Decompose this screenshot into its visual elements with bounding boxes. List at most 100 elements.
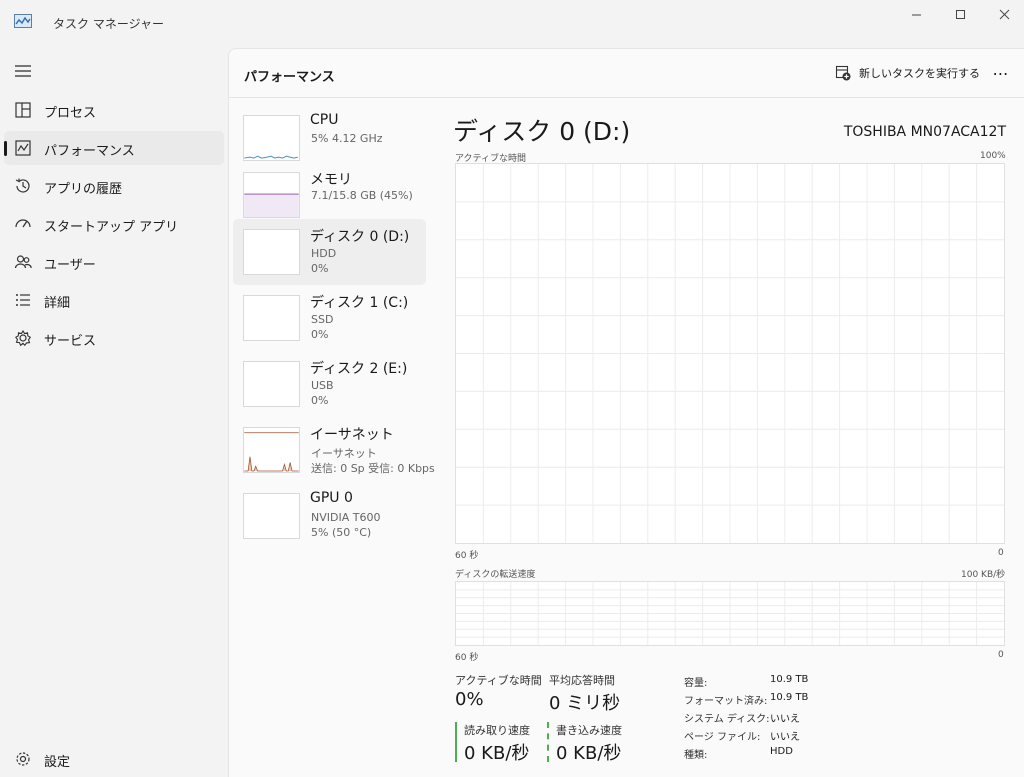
active-time-graph-x-left: 60 秒	[455, 551, 479, 561]
nav-item-processes[interactable]: プロセス	[4, 93, 224, 127]
write-speed-indicator	[547, 722, 549, 762]
ethernet-thumbnail-graph	[243, 427, 300, 473]
header-divider	[229, 97, 1024, 98]
disk-1-thumbnail-graph	[243, 295, 300, 341]
nav-label-startup-apps: スタートアップ アプリ	[44, 220, 179, 235]
maximize-icon	[955, 9, 965, 19]
disk-model: TOSHIBA MN07ACA12T	[843, 124, 1006, 140]
device-name: CPU	[310, 112, 339, 128]
nav-label-settings: 設定	[44, 755, 71, 770]
device-name: ディスク 0 (D:)	[310, 229, 410, 245]
page-file-label: ページ ファイル:	[684, 732, 761, 743]
window-title: タスク マネージャー	[53, 17, 164, 31]
nav-item-settings[interactable]: 設定	[4, 742, 224, 776]
more-options-button[interactable]: ⋯	[987, 61, 1015, 85]
minimize-button[interactable]	[893, 0, 939, 28]
device-item-gpu-0[interactable]: GPU 0 NVIDIA T600 5% (50 °C)	[233, 483, 426, 549]
task-manager-icon	[14, 14, 32, 28]
close-icon	[999, 9, 1009, 19]
performance-icon	[15, 140, 31, 156]
device-subtext: USB	[311, 379, 334, 392]
transfer-rate-graph-max: 100 KB/秒	[961, 570, 1006, 580]
run-new-task-button[interactable]: 新しいタスクを実行する	[835, 61, 980, 85]
write-speed-value: 0 KB/秒	[556, 743, 622, 764]
device-name: ディスク 2 (E:)	[310, 361, 408, 377]
gpu-0-thumbnail-graph	[243, 493, 300, 539]
nav-label-users: ユーザー	[44, 258, 96, 273]
device-item-disk-2[interactable]: ディスク 2 (E:) USB 0%	[233, 351, 426, 417]
device-subtext: SSD	[311, 313, 334, 326]
capacity-value: 10.9 TB	[770, 674, 809, 685]
device-usage: 0%	[311, 262, 329, 275]
disk-2-thumbnail-graph	[243, 361, 300, 407]
run-new-task-icon	[835, 65, 851, 81]
page-title: パフォーマンス	[244, 70, 335, 85]
hamburger-menu-icon[interactable]	[14, 64, 32, 78]
processes-icon	[15, 102, 31, 118]
settings-gear-icon	[16, 752, 30, 766]
active-time-label: アクティブな時間	[455, 674, 542, 687]
title-bar: タスク マネージャー	[0, 0, 1024, 46]
transfer-rate-graph-label: ディスクの転送速度	[455, 570, 536, 580]
formatted-value: 10.9 TB	[770, 692, 809, 703]
navigation-pane: プロセス パフォーマンス アプリの履歴 スタートアップ アプリ ユーザー 詳細 …	[0, 46, 228, 777]
read-speed-indicator	[455, 722, 457, 762]
device-subtext: NVIDIA T600	[311, 511, 381, 524]
nav-label-processes: プロセス	[44, 106, 97, 121]
device-usage: 0%	[311, 328, 329, 341]
device-name: メモリ	[310, 172, 352, 188]
details-icon	[16, 294, 30, 306]
nav-item-app-history[interactable]: アプリの履歴	[4, 169, 224, 203]
transfer-rate-graph	[455, 581, 1005, 646]
active-time-graph-max: 100%	[980, 151, 1006, 161]
nav-label-performance: パフォーマンス	[44, 144, 135, 159]
system-disk-label: システム ディスク:	[684, 714, 770, 725]
main-panel: パフォーマンス 新しいタスクを実行する ⋯ CPU 5% 4.12 GHz メモ…	[228, 48, 1024, 777]
device-subtext: HDD	[311, 247, 337, 260]
device-item-disk-1[interactable]: ディスク 1 (C:) SSD 0%	[233, 285, 426, 351]
write-speed-label: 書き込み速度	[556, 724, 622, 737]
memory-thumbnail-graph	[243, 172, 300, 218]
more-options-icon: ⋯	[992, 63, 1010, 83]
services-icon	[14, 329, 32, 347]
app-history-icon	[15, 178, 30, 193]
run-new-task-label: 新しいタスクを実行する	[859, 67, 980, 80]
device-item-disk-0[interactable]: ディスク 0 (D:) HDD 0%	[233, 219, 426, 285]
nav-label-app-history: アプリの履歴	[44, 182, 123, 197]
device-subtext: 5% 4.12 GHz	[311, 132, 383, 145]
maximize-button[interactable]	[937, 0, 983, 28]
device-name: ディスク 1 (C:)	[310, 295, 409, 311]
active-time-value: 0%	[455, 689, 484, 710]
transfer-rate-graph-x-left: 60 秒	[455, 653, 479, 663]
type-label: 種類:	[684, 750, 708, 761]
device-usage: 送信: 0 Sp 受信: 0 Kbps	[311, 462, 435, 475]
nav-item-users[interactable]: ユーザー	[4, 245, 224, 279]
read-speed-label: 読み取り速度	[464, 724, 530, 737]
close-button[interactable]	[981, 0, 1024, 28]
nav-item-details[interactable]: 詳細	[4, 283, 224, 317]
active-time-graph	[455, 163, 1005, 544]
device-name: GPU 0	[310, 490, 353, 506]
device-item-ethernet[interactable]: イーサネット イーサネット 送信: 0 Sp 受信: 0 Kbps	[233, 417, 435, 483]
startup-apps-icon	[15, 219, 31, 228]
cpu-thumbnail-graph	[243, 115, 300, 161]
nav-item-performance[interactable]: パフォーマンス	[4, 131, 224, 165]
page-file-value: いいえ	[770, 732, 800, 743]
device-subtext: イーサネット	[311, 447, 377, 460]
nav-item-startup-apps[interactable]: スタートアップ アプリ	[4, 207, 224, 241]
disk-0-thumbnail-graph	[243, 229, 300, 275]
device-usage: 0%	[311, 394, 329, 407]
avg-response-label: 平均応答時間	[549, 674, 615, 687]
device-name: イーサネット	[310, 427, 394, 443]
users-icon	[14, 255, 32, 269]
device-subtext: 7.1/15.8 GB (45%)	[311, 189, 413, 202]
minimize-icon	[911, 14, 921, 15]
nav-label-details: 詳細	[44, 296, 71, 311]
read-speed-value: 0 KB/秒	[464, 743, 530, 764]
active-time-graph-x-right: 0	[998, 548, 1004, 558]
capacity-label: 容量:	[684, 678, 708, 689]
formatted-label: フォーマット済み:	[684, 696, 768, 707]
detail-title: ディスク 0 (D:)	[453, 117, 631, 146]
device-usage: 5% (50 °C)	[311, 526, 372, 539]
nav-item-services[interactable]: サービス	[4, 321, 224, 355]
